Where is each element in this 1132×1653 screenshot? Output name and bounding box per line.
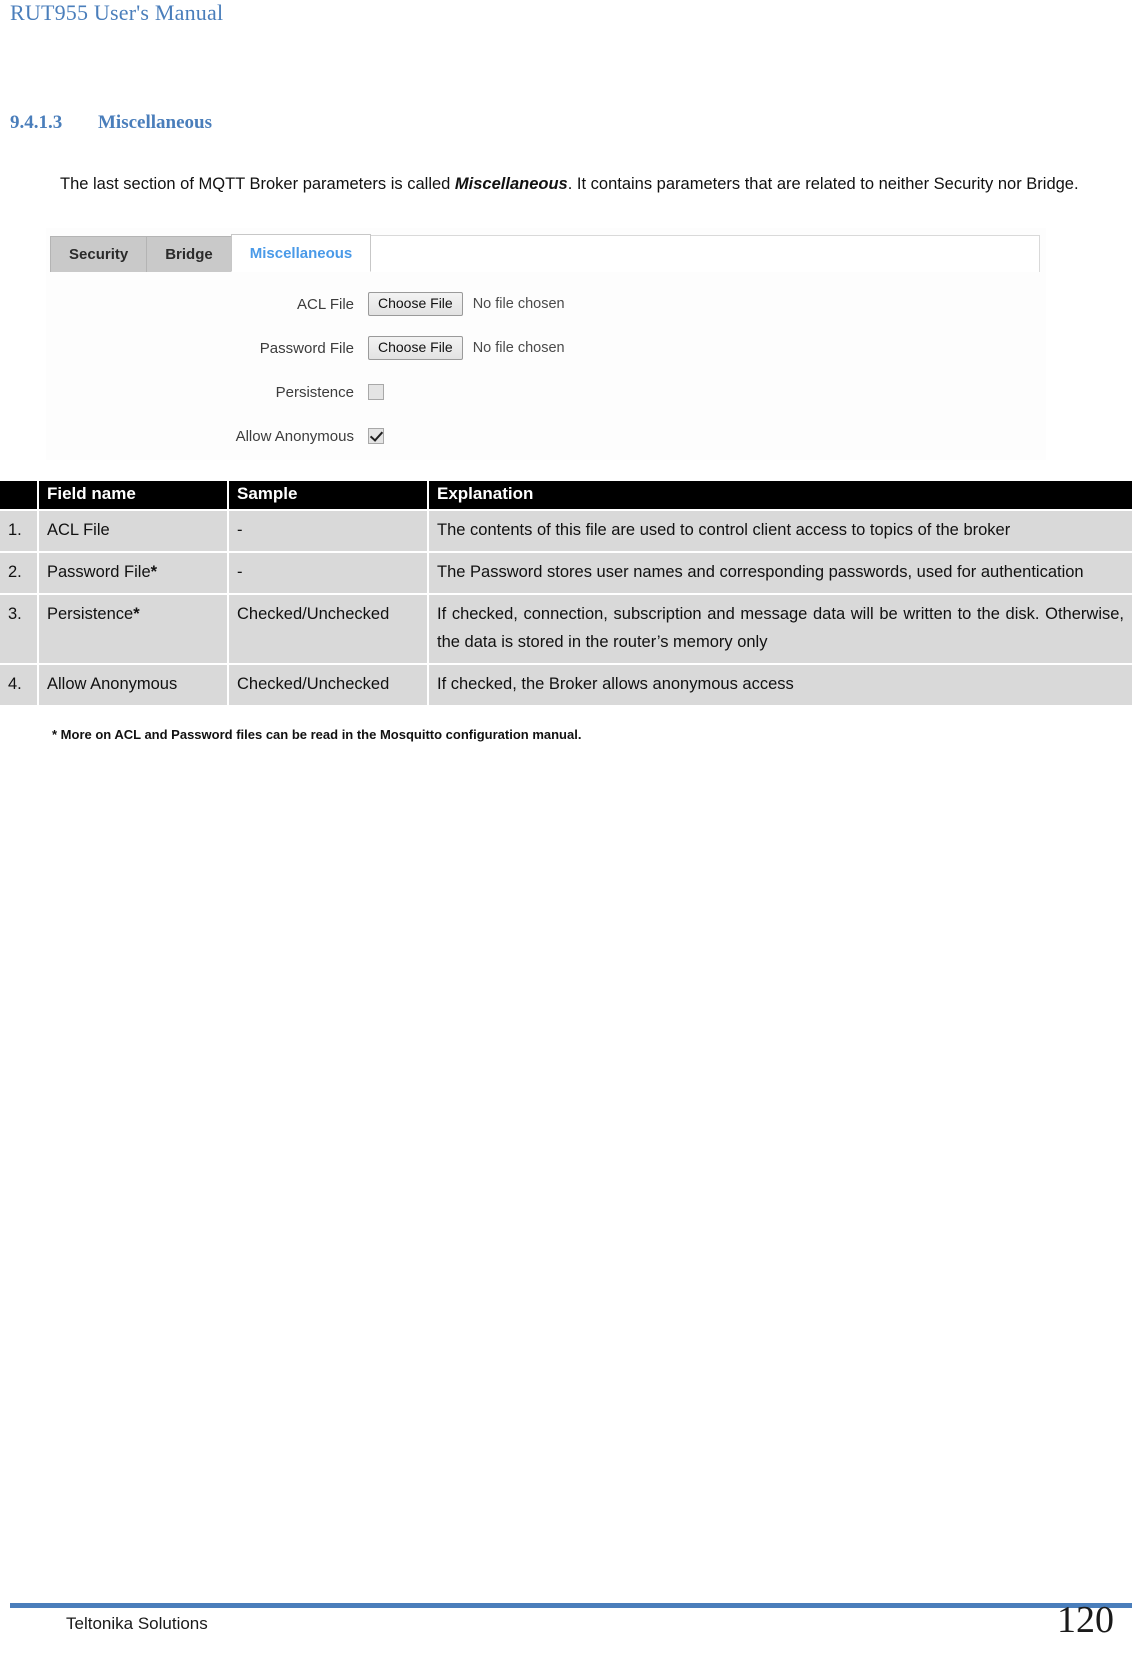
section-title: Miscellaneous [98, 112, 212, 133]
footer-company: Teltonika Solutions [66, 1614, 208, 1633]
password-file-choose-button[interactable]: Choose File [368, 336, 463, 360]
acl-file-label: ACL File [297, 295, 354, 313]
section-number: 9.4.1.3 [10, 112, 63, 133]
password-file-status: No file chosen [472, 339, 565, 356]
tab-security[interactable]: Security [50, 236, 148, 272]
password-file-control[interactable]: Choose File No file chosen [368, 336, 565, 360]
row-sample: - [227, 551, 429, 595]
paragraph-text-after: . It contains parameters that are relate… [567, 174, 1079, 193]
persistence-checkbox[interactable] [368, 384, 384, 400]
table-header-sample: Sample [227, 481, 429, 510]
row-explanation: If checked, connection, subscription and… [427, 593, 1132, 665]
row-explanation: If checked, the Broker allows anonymous … [427, 663, 1132, 707]
section-heading: 9.4.1.3 Miscellaneous [10, 112, 212, 134]
row-explanation: The contents of this file are used to co… [427, 509, 1132, 553]
acl-file-status: No file chosen [472, 295, 565, 312]
row-index: 2. [0, 551, 39, 595]
tab-miscellaneous[interactable]: Miscellaneous [230, 234, 372, 272]
form-row-password-file: Password File Choose File No file chosen [46, 326, 1046, 370]
allow-anonymous-checkbox[interactable] [368, 428, 384, 444]
row-index: 3. [0, 593, 39, 665]
table-header-field-name: Field name [37, 481, 229, 510]
row-index: 4. [0, 663, 39, 707]
acl-file-control[interactable]: Choose File No file chosen [368, 292, 565, 316]
table-header-index [0, 481, 39, 510]
section-intro-paragraph: The last section of MQTT Broker paramete… [10, 169, 1122, 200]
persistence-label: Persistence [275, 383, 354, 401]
row-index: 1. [0, 509, 39, 553]
row-field-name-asterisk: * [150, 563, 158, 581]
table-header-row: Field name Sample Explanation [0, 481, 1132, 510]
password-file-label: Password File [259, 339, 354, 357]
row-field-name: Allow Anonymous [37, 663, 229, 707]
row-sample: - [227, 509, 429, 553]
table-row: 4. Allow Anonymous Checked/Unchecked If … [0, 663, 1132, 707]
row-explanation: The Password stores user names and corre… [427, 551, 1132, 595]
row-field-name-text: Persistence [47, 605, 134, 623]
footer-divider [10, 1603, 1132, 1608]
row-sample: Checked/Unchecked [227, 663, 429, 707]
miscellaneous-form: ACL File Choose File No file chosen Pass… [46, 282, 1046, 458]
form-row-acl-file: ACL File Choose File No file chosen [46, 282, 1046, 326]
allow-anonymous-label: Allow Anonymous [235, 427, 354, 445]
form-row-allow-anonymous: Allow Anonymous [46, 414, 1046, 458]
table-row: 3. Persistence* Checked/Unchecked If che… [0, 593, 1132, 665]
document-running-header: RUT955 User's Manual [10, 0, 224, 25]
row-field-name: ACL File [37, 509, 229, 553]
row-field-name: Persistence* [37, 593, 229, 665]
row-field-name: Password File* [37, 551, 229, 595]
paragraph-emphasis: Miscellaneous [454, 174, 568, 193]
form-row-persistence: Persistence [46, 370, 1046, 414]
row-field-name-asterisk: * [133, 605, 140, 623]
row-sample: Checked/Unchecked [227, 593, 429, 665]
footer-page-number: 120 [1057, 1599, 1114, 1641]
acl-file-choose-button[interactable]: Choose File [368, 292, 463, 316]
paragraph-text-before: The last section of MQTT Broker paramete… [60, 174, 455, 193]
table-footnote: * More on ACL and Password files can be … [52, 727, 582, 742]
tab-bar[interactable]: Security Bridge Miscellaneous [50, 234, 372, 272]
embedded-ui-screenshot: Security Bridge Miscellaneous ACL File C… [46, 228, 1046, 460]
table-header-explanation: Explanation [427, 481, 1132, 510]
tab-panel-top-border [359, 235, 1040, 272]
table-row: 2. Password File* - The Password stores … [0, 551, 1132, 595]
table-row: 1. ACL File - The contents of this file … [0, 509, 1132, 553]
row-field-name-text: Allow Anonymous [47, 675, 178, 693]
row-field-name-text: ACL File [47, 521, 110, 539]
parameters-table: Field name Sample Explanation 1. ACL Fil… [0, 481, 1132, 707]
row-field-name-text: Password File [47, 563, 151, 581]
tab-bridge[interactable]: Bridge [146, 236, 232, 272]
